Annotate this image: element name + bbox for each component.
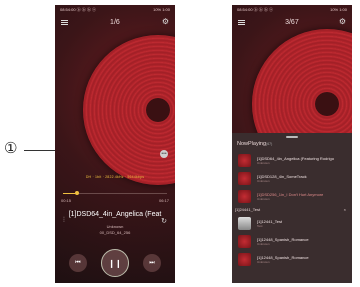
item-subtitle: Test	[257, 223, 263, 228]
list-item[interactable]: [1]DSD64_4in_Angelica (Featuring Rodrigo…	[232, 151, 352, 169]
page: ① 08:54:00 ⓑ ⓑ ⓑ ⓐ 10% 1:00 1/6 ⚙ ••• DH…	[0, 0, 360, 287]
track-title: [1]DSD64_4in_Angelica (Feat	[68, 211, 162, 218]
item-subtitle: Unknown	[257, 241, 270, 246]
item-title: [1]12441_Test	[257, 218, 283, 224]
time-duration: 06:17	[158, 198, 169, 203]
list-item-playing[interactable]: [1]DSD256_1in_I Don't Hurt Anymore Unknow…	[232, 187, 352, 205]
close-icon[interactable]: ×	[344, 207, 346, 212]
item-title: [1]DSD256_1in_I Don't Hurt Anymore	[257, 191, 324, 197]
menu-icon[interactable]	[238, 19, 245, 25]
time-current: 00:15	[61, 198, 72, 203]
item-subtitle: Unknown	[257, 160, 270, 165]
status-bar: 08:54:00 ⓑ ⓑ ⓑ ⓐ 10% 1:00	[232, 5, 352, 14]
queue-list: [1]DSD64_4in_Angelica (Featuring Rodrigo…	[232, 151, 352, 268]
track-position: 3/67	[285, 18, 299, 26]
progress-bar[interactable]	[63, 191, 167, 195]
more-options-button[interactable]: •••	[160, 150, 168, 158]
album-thumbnail	[238, 153, 251, 167]
gear-icon[interactable]: ⚙	[339, 18, 346, 26]
album-thumbnail	[238, 252, 251, 266]
playback-controls: ⏮ ❙❙ ⏭	[55, 248, 175, 278]
progress-fill	[63, 193, 76, 194]
play-pause-button[interactable]: ❙❙	[101, 249, 129, 277]
item-title: [1]12448_Spanish_Romance	[257, 254, 309, 260]
now-playing-sheet: NowPlaying(67) [1]DSD64_4in_Angelica (Fe…	[232, 133, 352, 283]
menu-icon[interactable]	[61, 19, 68, 25]
album-thumbnail	[238, 216, 251, 230]
status-bar: 08:54:00 ⓑ ⓑ ⓑ ⓐ 10% 1:00	[55, 5, 175, 14]
track-artist: Unknown	[106, 224, 124, 229]
group-label: [1]24441_Test	[235, 207, 261, 212]
sheet-grabber[interactable]	[286, 136, 298, 138]
top-bar: 1/6 ⚙	[55, 15, 175, 29]
album-thumbnail	[238, 234, 251, 248]
now-playing-header: NowPlaying(67)	[237, 141, 272, 147]
status-right: 10% 1:00	[330, 7, 347, 12]
status-left: 08:54:00 ⓑ ⓑ ⓑ ⓐ	[237, 6, 274, 12]
item-subtitle: Unknown	[257, 178, 270, 183]
list-item[interactable]: [1]12448_Spanish_Romance Unknown	[232, 250, 352, 268]
queue-group-header[interactable]: [1]24441_Test ×	[232, 205, 352, 214]
track-position: 1/6	[110, 18, 120, 26]
status-left: 08:54:00 ⓑ ⓑ ⓑ ⓐ	[60, 6, 97, 12]
status-right: 10% 1:00	[153, 7, 170, 12]
previous-button[interactable]: ⏮	[69, 254, 87, 272]
item-title: [1]DSD64_4in_Angelica (Featuring Rodrigo	[257, 155, 334, 161]
record-hub	[315, 92, 339, 116]
item-subtitle: Unknown	[257, 196, 270, 201]
list-item[interactable]: [1]12448_Spanish_Romance Unknown	[232, 232, 352, 250]
now-playing-screen: 08:54:00 ⓑ ⓑ ⓑ ⓐ 10% 1:00 3/67 ⚙ NowPlay…	[232, 5, 352, 283]
list-item[interactable]: [1]DSD128_4in_SomeTrack Unknown	[232, 169, 352, 187]
list-item[interactable]: [1]12441_Test Test	[232, 214, 352, 232]
player-screen: 08:54:00 ⓑ ⓑ ⓑ ⓐ 10% 1:00 1/6 ⚙ ••• DH ·…	[55, 5, 175, 283]
next-button[interactable]: ⏭	[143, 254, 161, 272]
item-title: [1]12448_Spanish_Romance	[257, 236, 309, 242]
album-thumbnail	[238, 189, 251, 203]
item-subtitle: Unknown	[257, 259, 270, 264]
top-bar: 3/67 ⚙	[232, 15, 352, 29]
item-title: [1]DSD128_4in_SomeTrack	[257, 173, 307, 179]
now-playing-title: NowPlaying	[237, 141, 267, 147]
album-thumbnail	[238, 171, 251, 185]
callout-marker: ①	[4, 139, 18, 157]
gear-icon[interactable]: ⚙	[162, 18, 169, 26]
track-album: 00_DSD_64_256	[99, 230, 131, 235]
now-playing-count: (67)	[266, 142, 273, 146]
format-info: DH · 1bit · 2822.4kHz · 5644kbps	[85, 175, 145, 179]
record-hub	[146, 98, 170, 122]
